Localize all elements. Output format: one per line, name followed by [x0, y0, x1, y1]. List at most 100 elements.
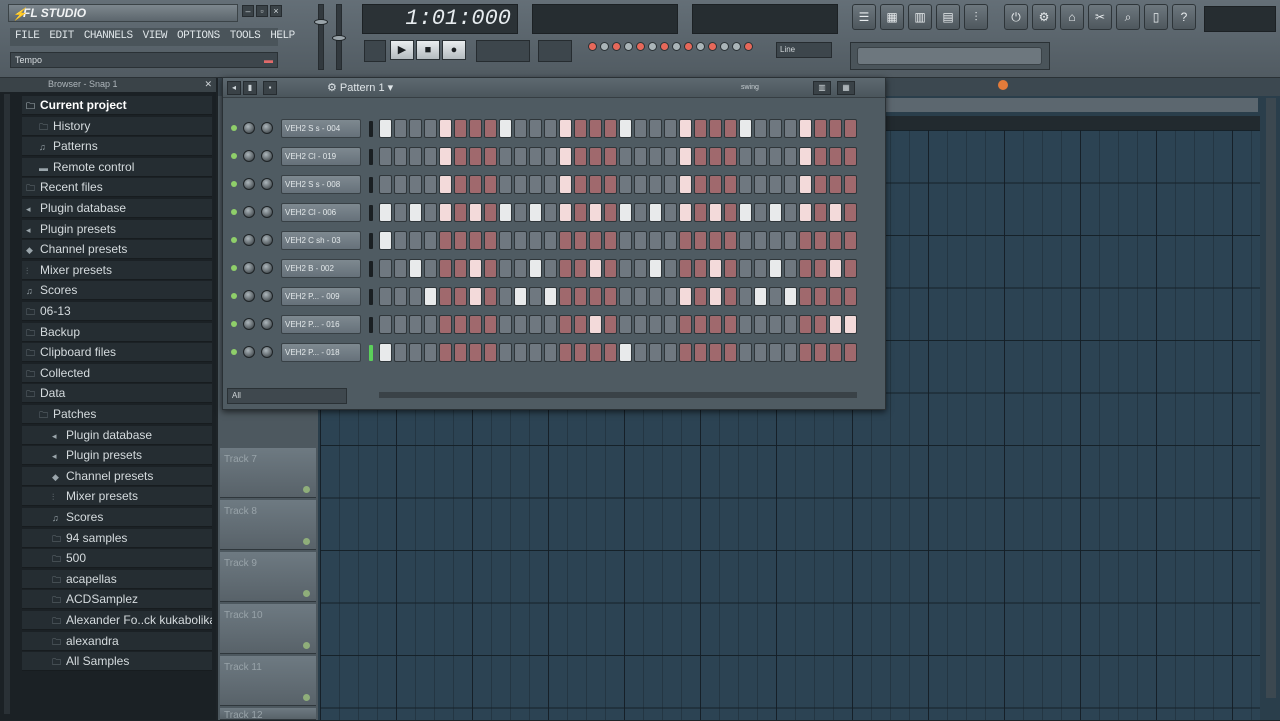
channel-mute-icon[interactable]: [231, 181, 237, 187]
step-button[interactable]: [574, 343, 587, 362]
step-button[interactable]: [499, 119, 512, 138]
step-button[interactable]: [829, 203, 842, 222]
step-button[interactable]: [574, 175, 587, 194]
step-button[interactable]: [649, 343, 662, 362]
browser-item[interactable]: ◂ Plugin presets: [22, 219, 212, 239]
channel-name-button[interactable]: VEH2 P... - 016: [281, 315, 361, 334]
step-button[interactable]: [664, 119, 677, 138]
channel-name-button[interactable]: VEH2 Cl - 006: [281, 203, 361, 222]
step-button[interactable]: [784, 259, 797, 278]
step-button[interactable]: [454, 175, 467, 194]
channel-mute-icon[interactable]: [231, 349, 237, 355]
step-button[interactable]: [739, 175, 752, 194]
browser-item[interactable]: ♫ Patterns: [22, 137, 212, 157]
step-button[interactable]: [469, 287, 482, 306]
volume-knob[interactable]: [261, 318, 273, 330]
step-button[interactable]: [604, 231, 617, 250]
led-icon[interactable]: [720, 42, 729, 51]
step-button[interactable]: [454, 259, 467, 278]
channel-name-button[interactable]: VEH2 B - 002: [281, 259, 361, 278]
step-button[interactable]: [589, 259, 602, 278]
step-button[interactable]: [829, 231, 842, 250]
step-button[interactable]: [619, 203, 632, 222]
browser-item[interactable]: 🗀 Data: [22, 384, 212, 404]
step-button[interactable]: [814, 231, 827, 250]
browser-item[interactable]: 🗀 500: [22, 549, 212, 569]
close-icon[interactable]: ✕: [204, 78, 212, 91]
step-button[interactable]: [574, 119, 587, 138]
step-button[interactable]: [799, 231, 812, 250]
track-header[interactable]: Track 12: [220, 708, 316, 721]
step-button[interactable]: [694, 259, 707, 278]
pattern-song-toggle[interactable]: [364, 40, 386, 62]
pan-knob[interactable]: [243, 290, 255, 302]
step-button[interactable]: [829, 259, 842, 278]
step-button[interactable]: [409, 287, 422, 306]
browser-item[interactable]: 🗀 06-13: [22, 302, 212, 321]
step-button[interactable]: [439, 231, 452, 250]
playlist-icon[interactable]: ☰: [852, 4, 876, 30]
step-button[interactable]: [409, 343, 422, 362]
step-button[interactable]: [619, 343, 632, 362]
step-button[interactable]: [589, 203, 602, 222]
step-button[interactable]: [814, 203, 827, 222]
step-button[interactable]: [769, 147, 782, 166]
browser-item[interactable]: ◂ Plugin database: [22, 425, 212, 445]
step-button[interactable]: [769, 259, 782, 278]
step-button[interactable]: [379, 119, 392, 138]
step-button[interactable]: [544, 343, 557, 362]
step-button[interactable]: [604, 175, 617, 194]
channel-name-button[interactable]: VEH2 P... - 018: [281, 343, 361, 362]
step-button[interactable]: [559, 231, 572, 250]
snap-selector[interactable]: Line: [776, 42, 832, 58]
keyboard-icon[interactable]: ▦: [837, 81, 855, 95]
step-button[interactable]: [574, 315, 587, 334]
step-button[interactable]: [829, 175, 842, 194]
step-button[interactable]: [529, 203, 542, 222]
step-button[interactable]: [484, 147, 497, 166]
browser-item[interactable]: ♫ Scores: [22, 508, 212, 527]
step-button[interactable]: [499, 287, 512, 306]
step-button[interactable]: [694, 231, 707, 250]
step-button[interactable]: [829, 343, 842, 362]
step-button[interactable]: [649, 119, 662, 138]
step-button[interactable]: [799, 203, 812, 222]
step-button[interactable]: [394, 147, 407, 166]
volume-knob[interactable]: [261, 262, 273, 274]
browser-item[interactable]: 🗀 Patches: [22, 405, 212, 424]
channel-select-indicator[interactable]: [369, 149, 373, 165]
step-button[interactable]: [679, 287, 692, 306]
step-button[interactable]: [724, 315, 737, 334]
stop-button[interactable]: ■: [416, 40, 440, 60]
step-button[interactable]: [544, 119, 557, 138]
step-button[interactable]: [379, 147, 392, 166]
step-button[interactable]: [829, 119, 842, 138]
playlist-vertical-scrollbar[interactable]: [1266, 98, 1276, 698]
step-button[interactable]: [394, 175, 407, 194]
step-button[interactable]: [799, 147, 812, 166]
step-button[interactable]: [634, 259, 647, 278]
channel-mute-icon[interactable]: [231, 293, 237, 299]
step-button[interactable]: [649, 231, 662, 250]
step-button[interactable]: [634, 175, 647, 194]
step-button[interactable]: [424, 119, 437, 138]
step-button[interactable]: [544, 315, 557, 334]
channel-mute-icon[interactable]: [231, 265, 237, 271]
step-button[interactable]: [589, 231, 602, 250]
step-button[interactable]: [829, 287, 842, 306]
channel-select-indicator[interactable]: [369, 289, 373, 305]
browser-item[interactable]: 🗀 Current project: [22, 96, 212, 115]
step-button[interactable]: [739, 259, 752, 278]
close-button[interactable]: ×: [270, 5, 282, 17]
channel-name-button[interactable]: VEH2 P... - 009: [281, 287, 361, 306]
pan-knob[interactable]: [243, 262, 255, 274]
step-button[interactable]: [529, 287, 542, 306]
step-button[interactable]: [814, 315, 827, 334]
step-button[interactable]: [379, 203, 392, 222]
step-button[interactable]: [454, 287, 467, 306]
step-button[interactable]: [724, 259, 737, 278]
step-button[interactable]: [679, 259, 692, 278]
led-icon[interactable]: [696, 42, 705, 51]
keyboard-view-icon[interactable]: ▪: [263, 81, 277, 95]
step-button[interactable]: [814, 175, 827, 194]
